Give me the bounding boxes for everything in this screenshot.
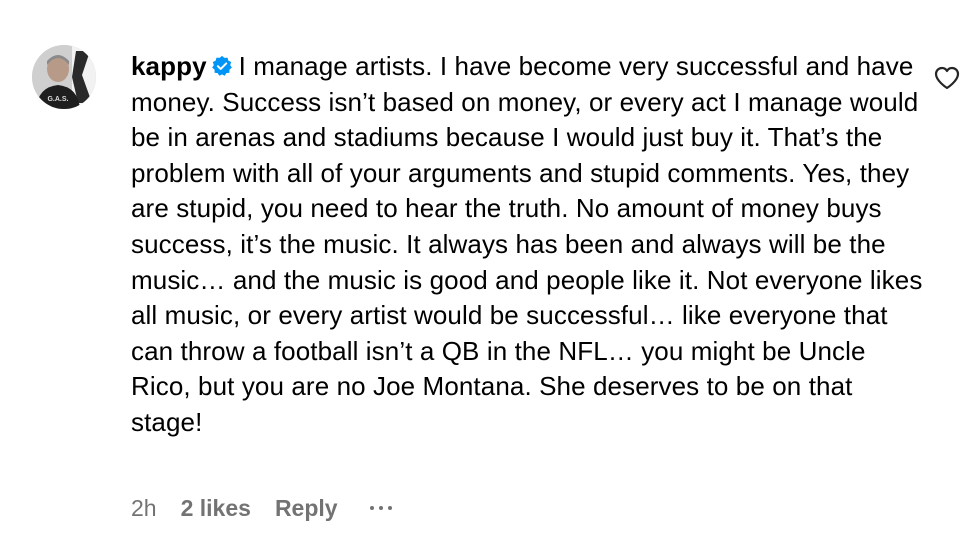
avatar[interactable]: G.A.S. (32, 45, 96, 109)
more-options-icon[interactable] (368, 502, 394, 514)
comment: G.A.S. kappy I manage artists. I have bec… (0, 0, 980, 557)
avatar-shirt-text: G.A.S. (47, 96, 68, 103)
verified-badge-icon (211, 55, 232, 76)
comment-body: kappy I manage artists. I have become ver… (131, 49, 931, 441)
more-dot (378, 506, 383, 510)
heart-outline-icon[interactable] (934, 66, 960, 90)
more-dot (369, 506, 374, 510)
comment-meta-row: 2h 2 likes Reply (131, 493, 394, 523)
reply-button[interactable]: Reply (275, 495, 338, 522)
username-link[interactable]: kappy (131, 51, 207, 81)
avatar-image: G.A.S. (32, 45, 96, 109)
comment-timestamp[interactable]: 2h (131, 495, 157, 522)
likes-count-button[interactable]: 2 likes (181, 495, 251, 522)
more-dot (387, 506, 392, 510)
comment-text: I manage artists. I have become very suc… (131, 51, 923, 437)
